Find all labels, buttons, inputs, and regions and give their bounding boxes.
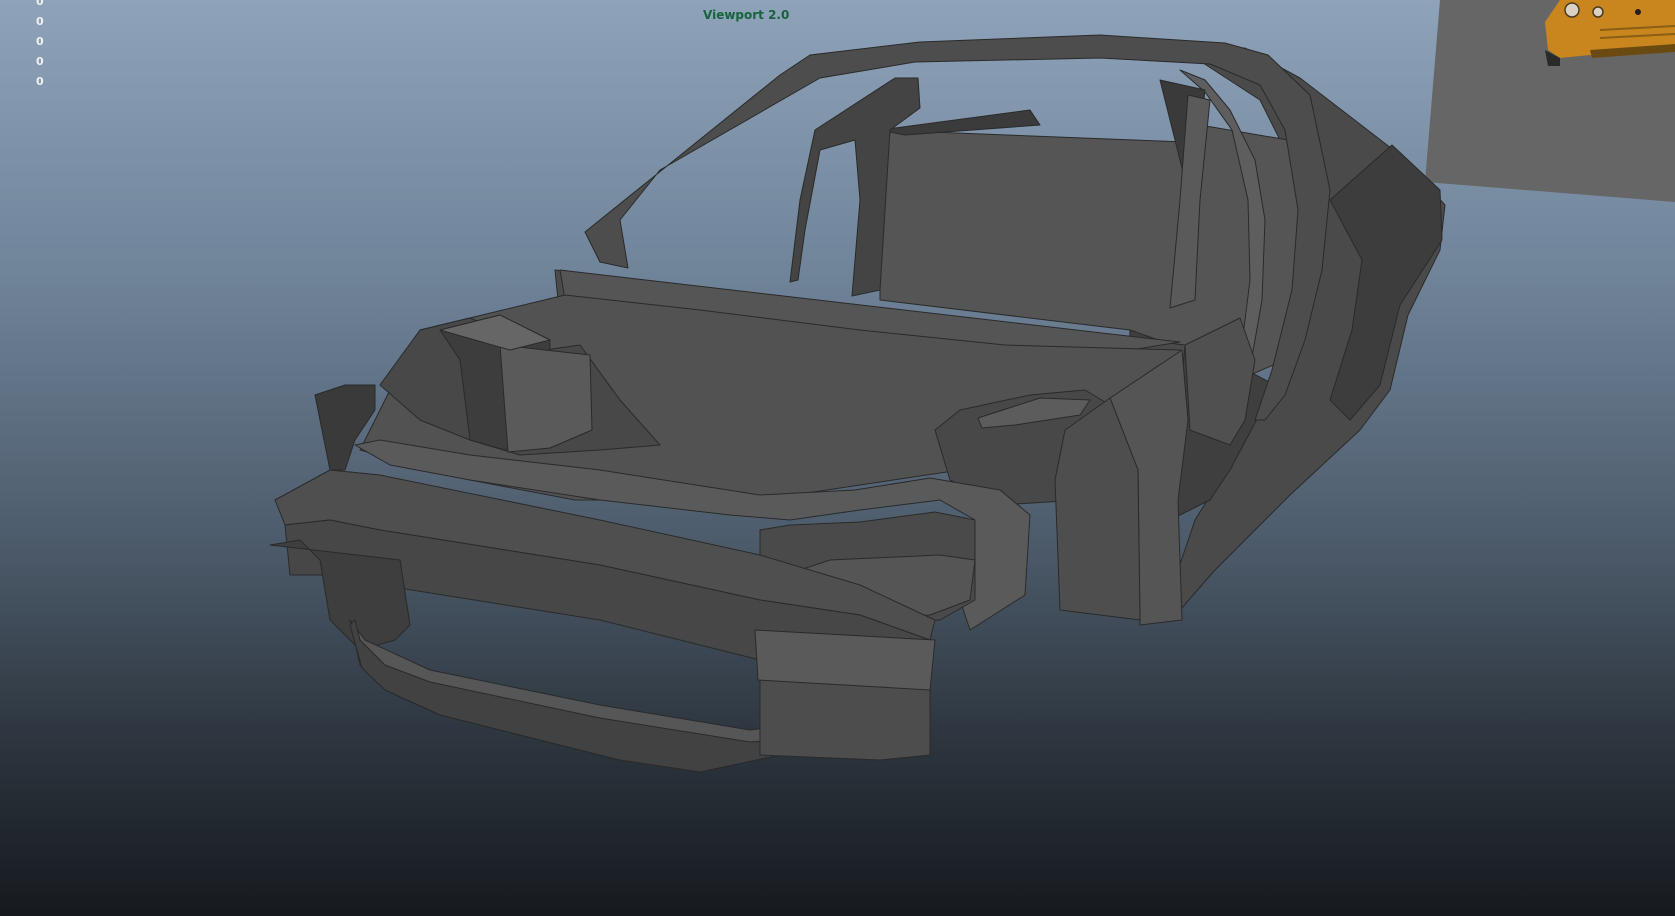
hud-stat-value: 0 — [36, 55, 44, 68]
hud-stat-value: 0 — [36, 75, 44, 88]
hud-stat-value: 0 — [36, 15, 44, 28]
maya-viewport[interactable]: 0 0 0 0 0 Viewport 2.0 — [0, 0, 1675, 916]
hud-stats-column: 0 0 0 0 0 — [36, 0, 44, 92]
hud-stat-value: 0 — [36, 35, 44, 48]
car-body-model[interactable] — [269, 34, 1446, 773]
hud-stat-value: 0 — [36, 0, 44, 8]
reference-image-plane[interactable] — [1425, 0, 1675, 202]
viewport-scene[interactable] — [0, 0, 1675, 916]
headlight-bucket-left — [314, 384, 376, 471]
renderer-label: Viewport 2.0 — [703, 8, 790, 22]
